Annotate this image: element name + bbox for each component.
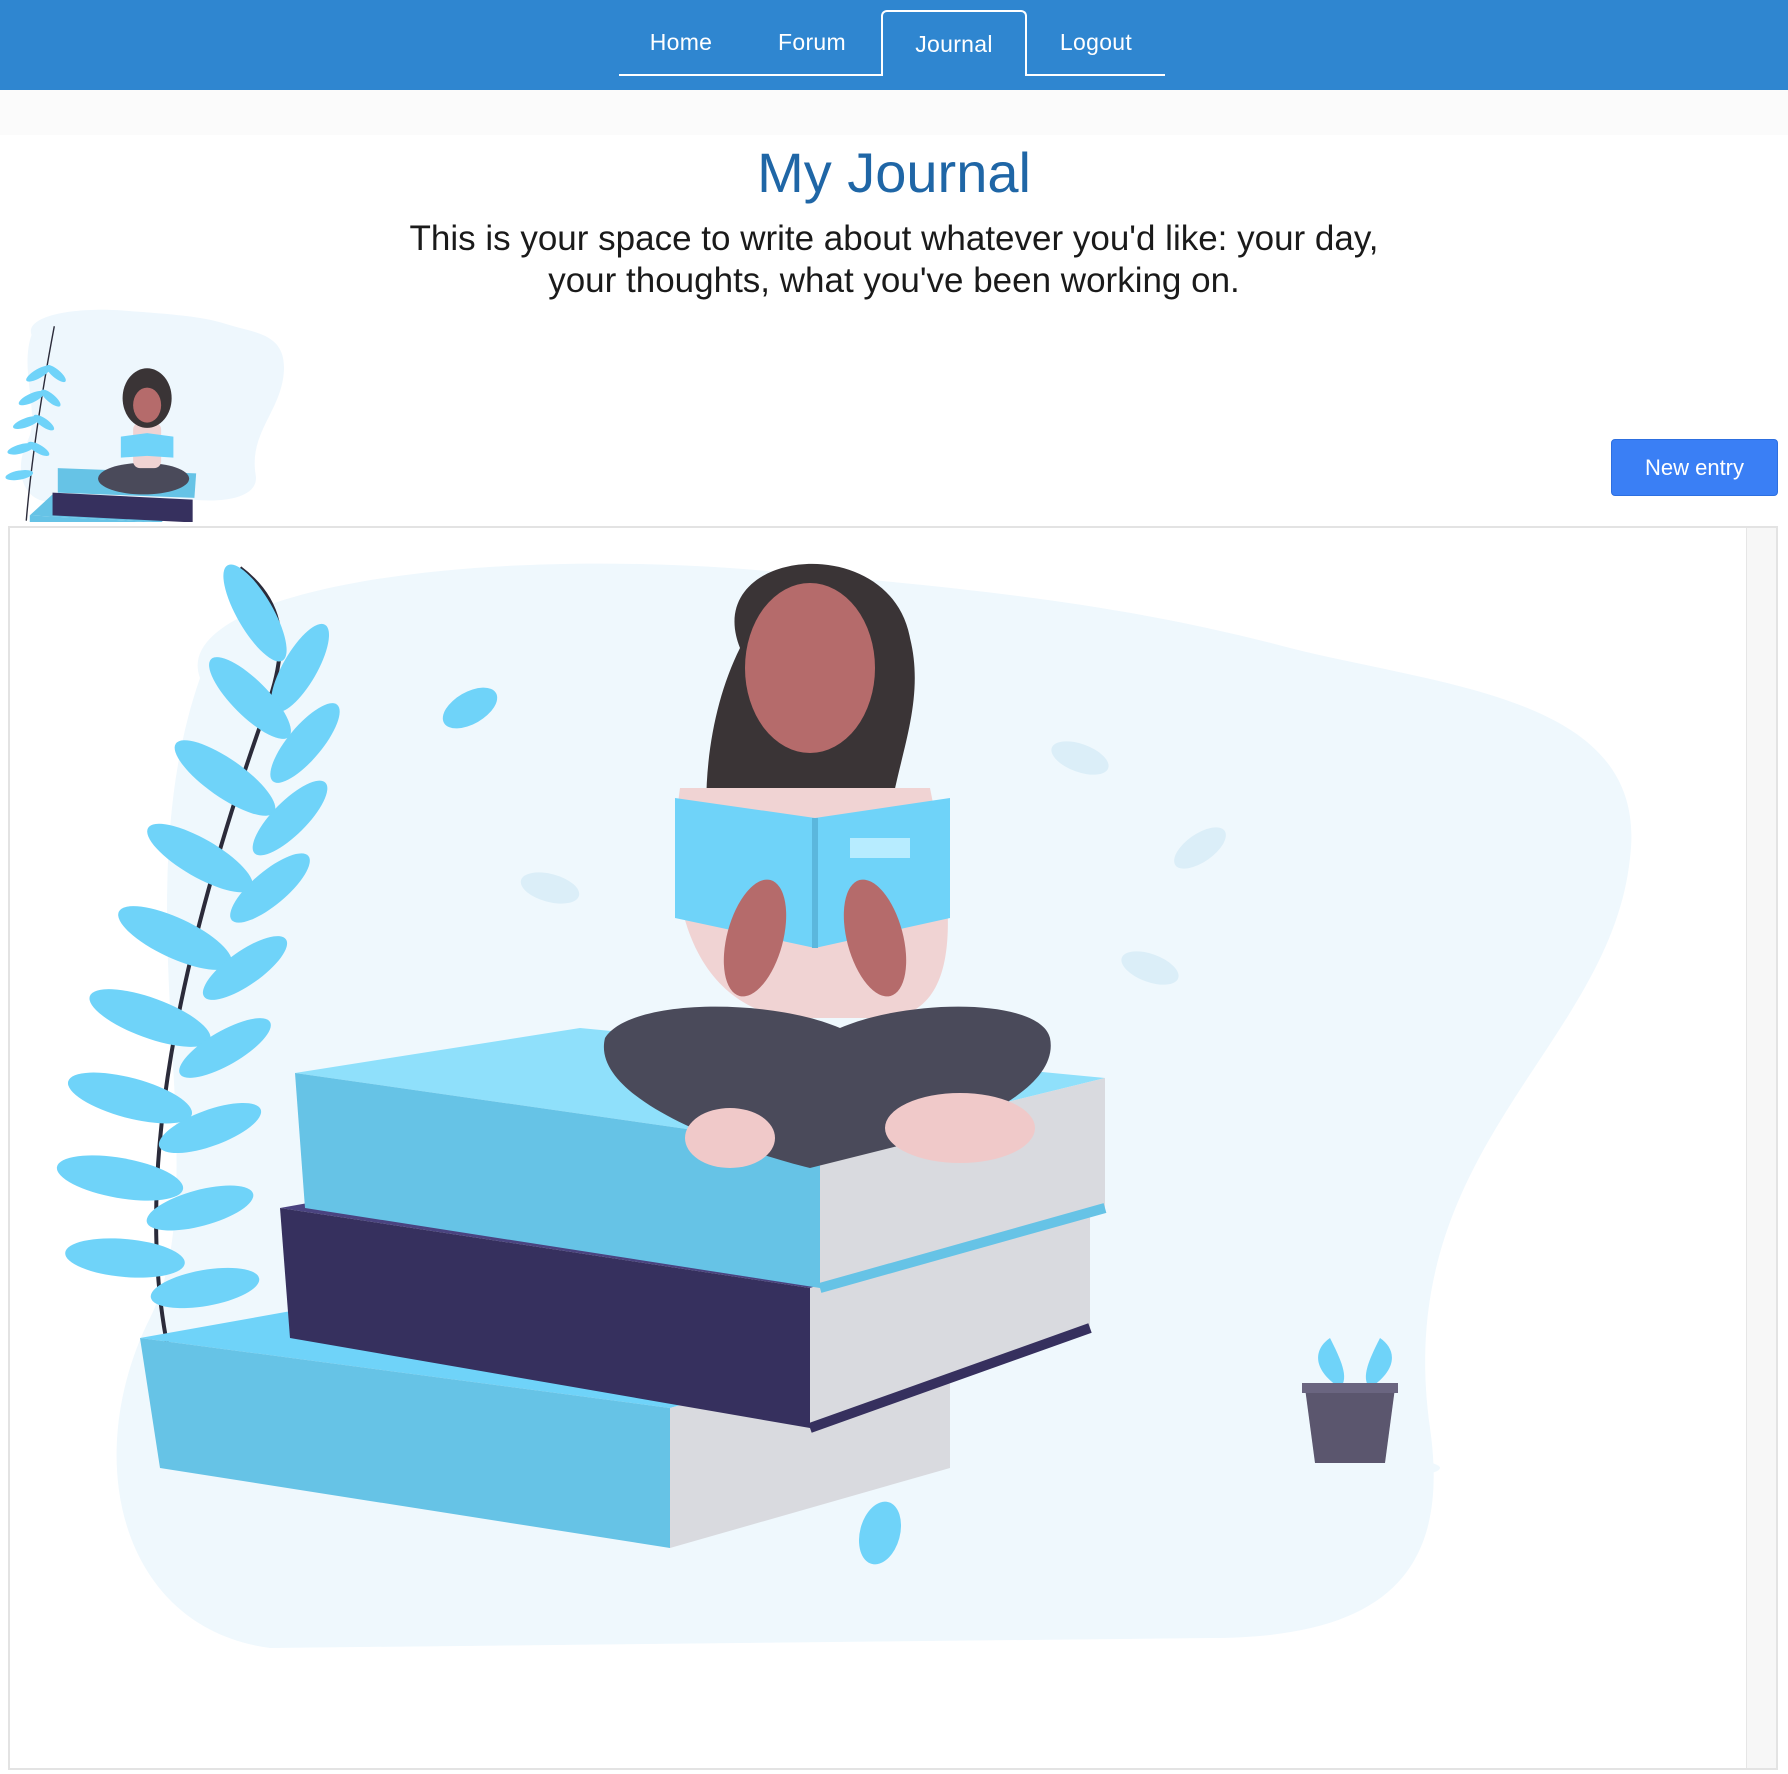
page-title: My Journal [757,141,1031,204]
thumbnail-reading-illustration-icon [5,309,284,522]
new-entry-button[interactable]: New entry [1611,439,1778,496]
reading-illustration [56,563,1632,1649]
page-subtitle: This is your space to write about whatev… [300,218,1488,302]
panel-scrollbar[interactable] [1746,528,1776,1768]
thumbnail-illustration [5,309,284,522]
subtitle-line-1: This is your space to write about whatev… [409,219,1379,258]
top-navbar: Home Forum Journal Logout [0,0,1788,90]
nav-tab-journal[interactable]: Journal [881,10,1027,76]
nav-tab-logout[interactable]: Logout [1027,10,1165,74]
journal-panel [8,526,1778,1770]
nav-tab-forum[interactable]: Forum [743,10,881,74]
subtitle-line-2: your thoughts, what you've been working … [548,261,1240,300]
header-spacer [0,90,1788,135]
nav-tabs: Home Forum Journal Logout [619,10,1165,76]
nav-tab-home[interactable]: Home [619,10,743,74]
